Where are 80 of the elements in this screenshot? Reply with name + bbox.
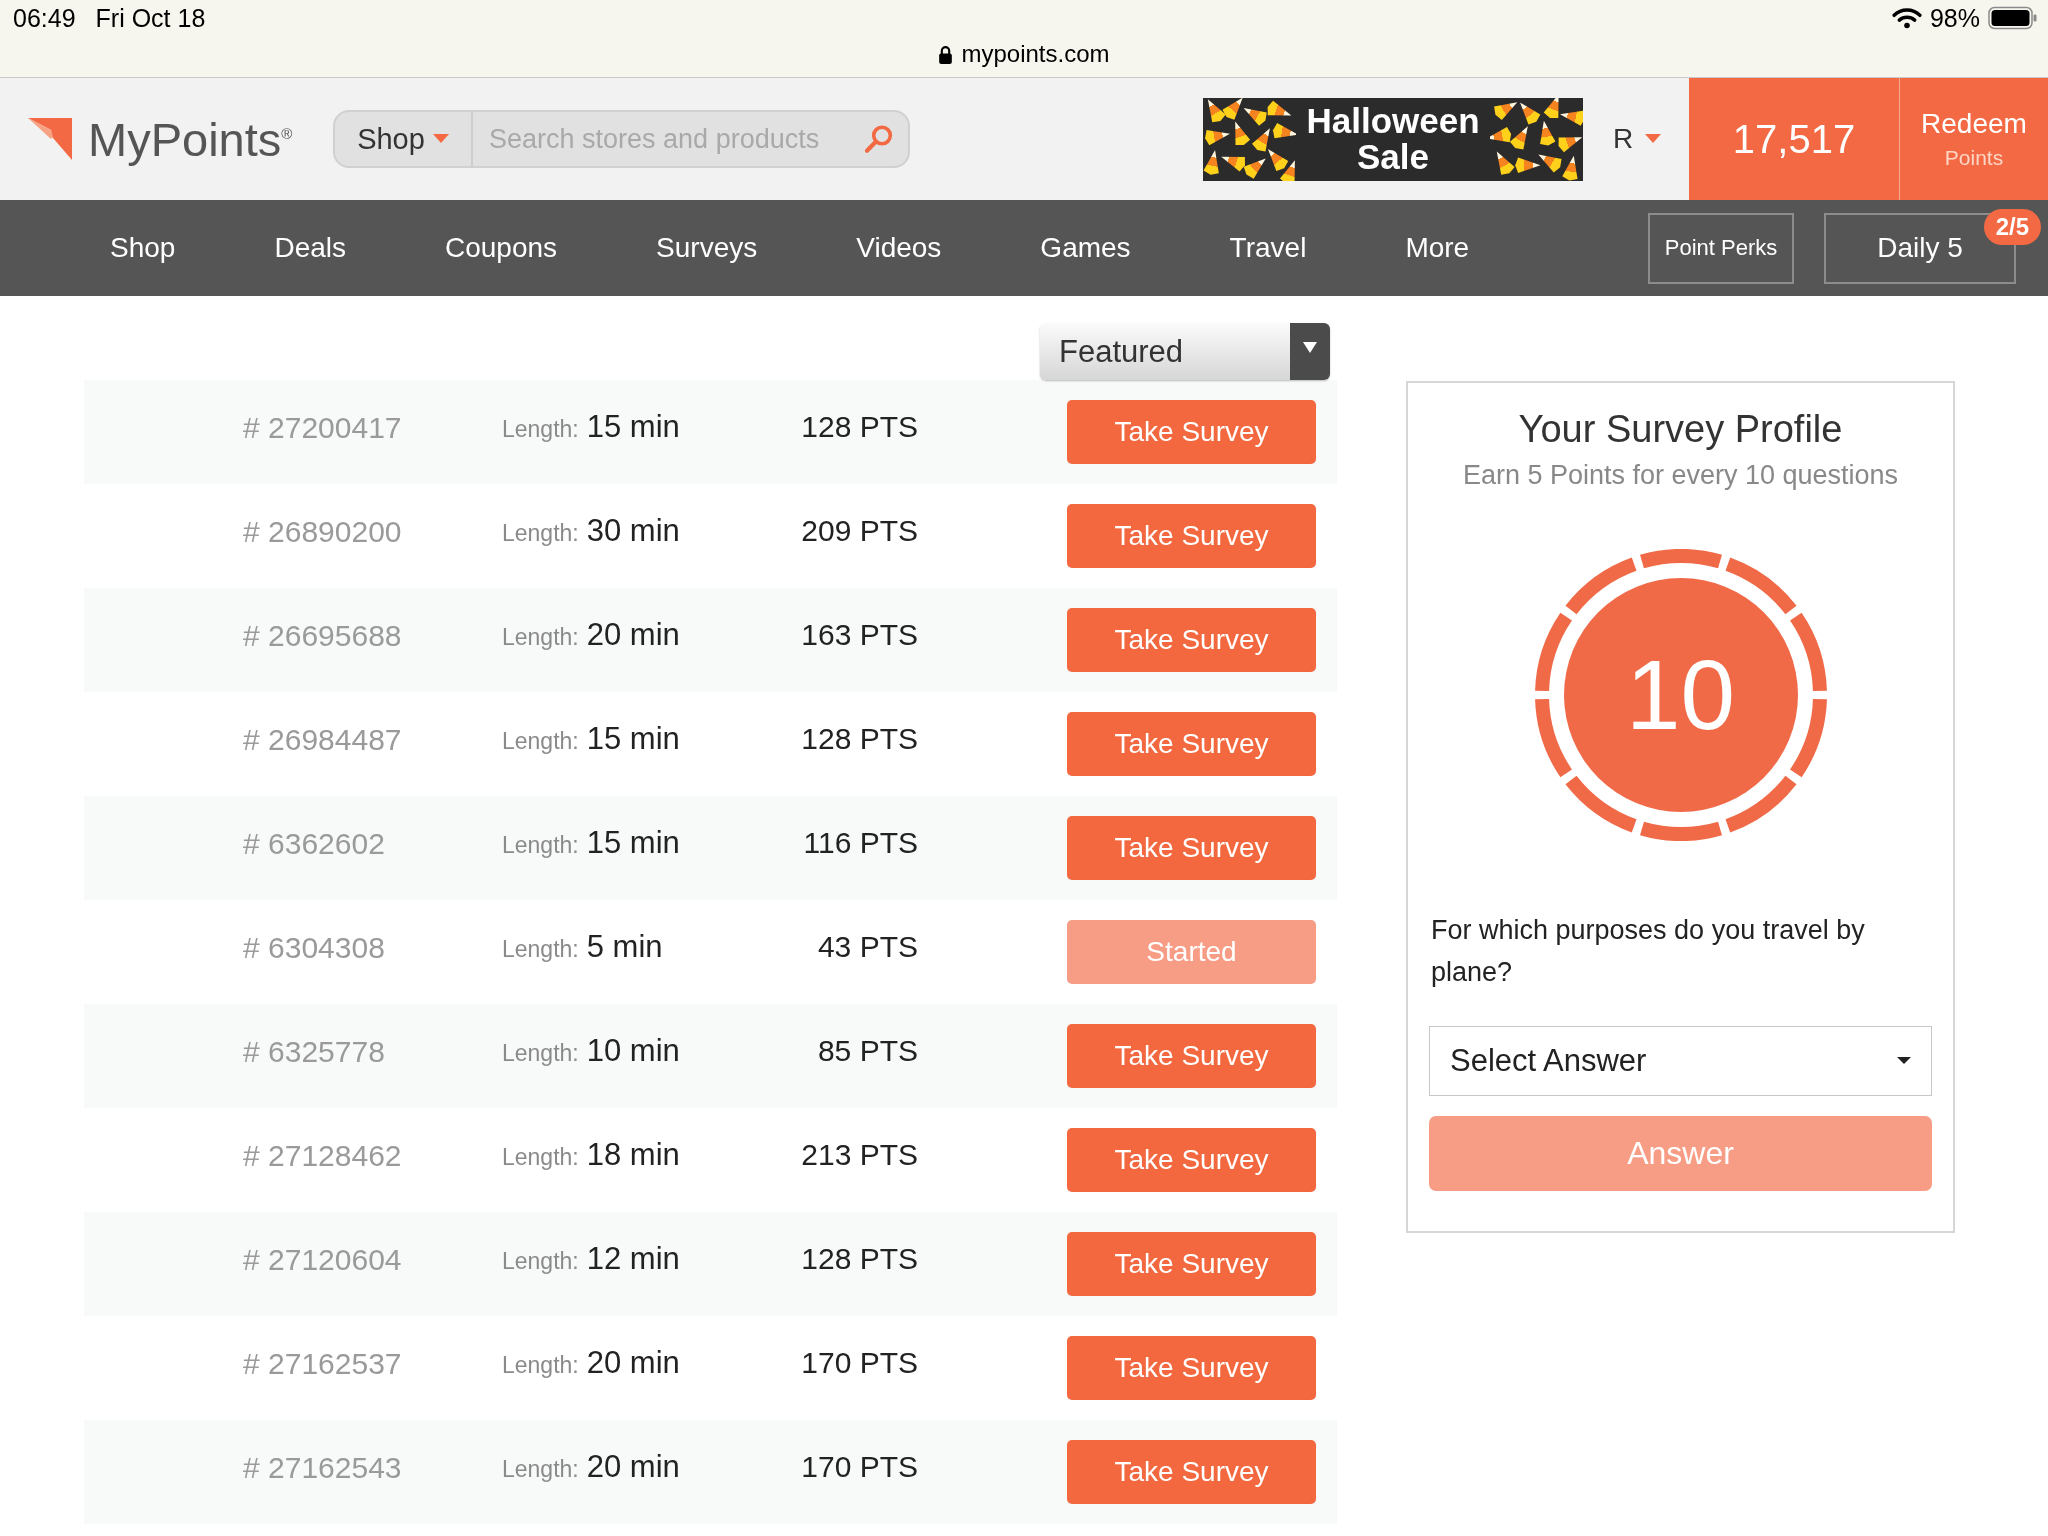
card-title: Your Survey Profile: [1518, 407, 1843, 452]
survey-number: # 26695688: [243, 619, 402, 653]
survey-question: For which purposes do you travel by plane?: [1431, 914, 1866, 989]
category-dropdown[interactable]: Shop: [335, 112, 473, 166]
survey-number: # 27162543: [243, 1451, 402, 1485]
nav-link[interactable]: Coupons: [445, 232, 558, 264]
nav-link[interactable]: Videos: [856, 232, 942, 264]
banner-title: Halloween Sale: [1305, 103, 1481, 175]
length-label: Length:: [502, 1456, 579, 1483]
promo-banner[interactable]: Halloween Sale: [1203, 97, 1583, 181]
survey-points: 128 PTS: [801, 1242, 918, 1276]
length-label: Length:: [502, 1352, 579, 1379]
search-icon[interactable]: [864, 124, 894, 154]
nav-link[interactable]: Travel: [1229, 232, 1307, 264]
nav-link[interactable]: Shop: [110, 232, 176, 264]
nav-link[interactable]: More: [1405, 232, 1470, 264]
survey-points: 170 PTS: [801, 1346, 918, 1380]
account-menu[interactable]: R: [1613, 109, 1689, 169]
survey-length: 20 min: [586, 1449, 680, 1485]
battery-percent: 98%: [1929, 3, 1980, 33]
survey-length: 12 min: [586, 1241, 680, 1277]
survey-points: 128 PTS: [801, 410, 918, 444]
length-label: Length:: [502, 832, 579, 859]
survey-points: 213 PTS: [801, 1138, 918, 1172]
survey-length: 18 min: [586, 1137, 680, 1173]
survey-length: 10 min: [586, 1033, 680, 1069]
survey-length: 20 min: [586, 617, 680, 653]
card-subtitle: Earn 5 Points for every 10 questions: [1462, 459, 1899, 492]
survey-length: 15 min: [586, 721, 680, 757]
length-label: Length:: [502, 728, 579, 755]
nav-link[interactable]: Surveys: [656, 232, 758, 264]
length-label: Length:: [502, 1248, 579, 1275]
length-label: Length:: [502, 936, 579, 963]
survey-number: # 27128462: [243, 1139, 402, 1173]
length-label: Length:: [502, 624, 579, 651]
survey-points: 170 PTS: [801, 1450, 918, 1484]
search-input[interactable]: Search stores and products: [473, 112, 856, 166]
survey-number: # 26984487: [243, 723, 402, 757]
survey-number: # 27120604: [243, 1243, 402, 1277]
survey-length: 20 min: [586, 1345, 680, 1381]
survey-number: # 26890200: [243, 515, 402, 549]
survey-number: # 27200417: [243, 411, 402, 445]
url-text: mypoints.com: [961, 40, 1110, 68]
length-label: Length:: [502, 1040, 579, 1067]
logo-text: MyPoints$^{®}$: [88, 111, 293, 167]
wifi-icon: [1891, 7, 1922, 29]
lock-icon: [938, 44, 954, 64]
survey-number: # 27162537: [243, 1347, 402, 1381]
search-bar[interactable]: Shop Search stores and products: [333, 110, 910, 168]
survey-points: 85 PTS: [817, 1034, 918, 1068]
survey-points: 43 PTS: [817, 930, 918, 964]
caret-icon: [1645, 134, 1662, 144]
length-label: Length:: [502, 1144, 579, 1171]
survey-length: 5 min: [586, 929, 663, 965]
caret-icon: [432, 134, 449, 144]
logo-icon: [28, 118, 72, 160]
survey-number: # 6362602: [243, 827, 385, 861]
battery-icon: [1988, 6, 2038, 30]
count-badge: 2/5: [1983, 208, 2041, 245]
answer-dropdown[interactable]: Select Answer: [1429, 1026, 1932, 1096]
length-label: Length:: [502, 416, 579, 443]
survey-points: 163 PTS: [801, 618, 918, 652]
points-balance: 17,517: [1689, 78, 1899, 200]
length-label: Length:: [502, 520, 579, 547]
survey-number: # 6304308: [243, 931, 385, 965]
question-count: 10: [1563, 578, 1798, 812]
nav-link[interactable]: Games: [1040, 232, 1131, 264]
sort-dropdown[interactable]: Featured: [1040, 323, 1330, 380]
nav-button[interactable]: Point Perks: [1648, 212, 1794, 284]
survey-length: 30 min: [586, 513, 680, 549]
survey-points: 209 PTS: [801, 514, 918, 548]
survey-length: 15 min: [586, 825, 680, 861]
status-time: 06:49: [13, 3, 76, 33]
status-date: Fri Oct 18: [95, 3, 206, 33]
nav-link[interactable]: Deals: [274, 232, 346, 264]
survey-number: # 6325778: [243, 1035, 385, 1069]
survey-points: 128 PTS: [801, 722, 918, 756]
survey-points: 116 PTS: [803, 826, 918, 860]
survey-length: 15 min: [586, 409, 680, 445]
caret-icon: [1897, 1057, 1911, 1065]
